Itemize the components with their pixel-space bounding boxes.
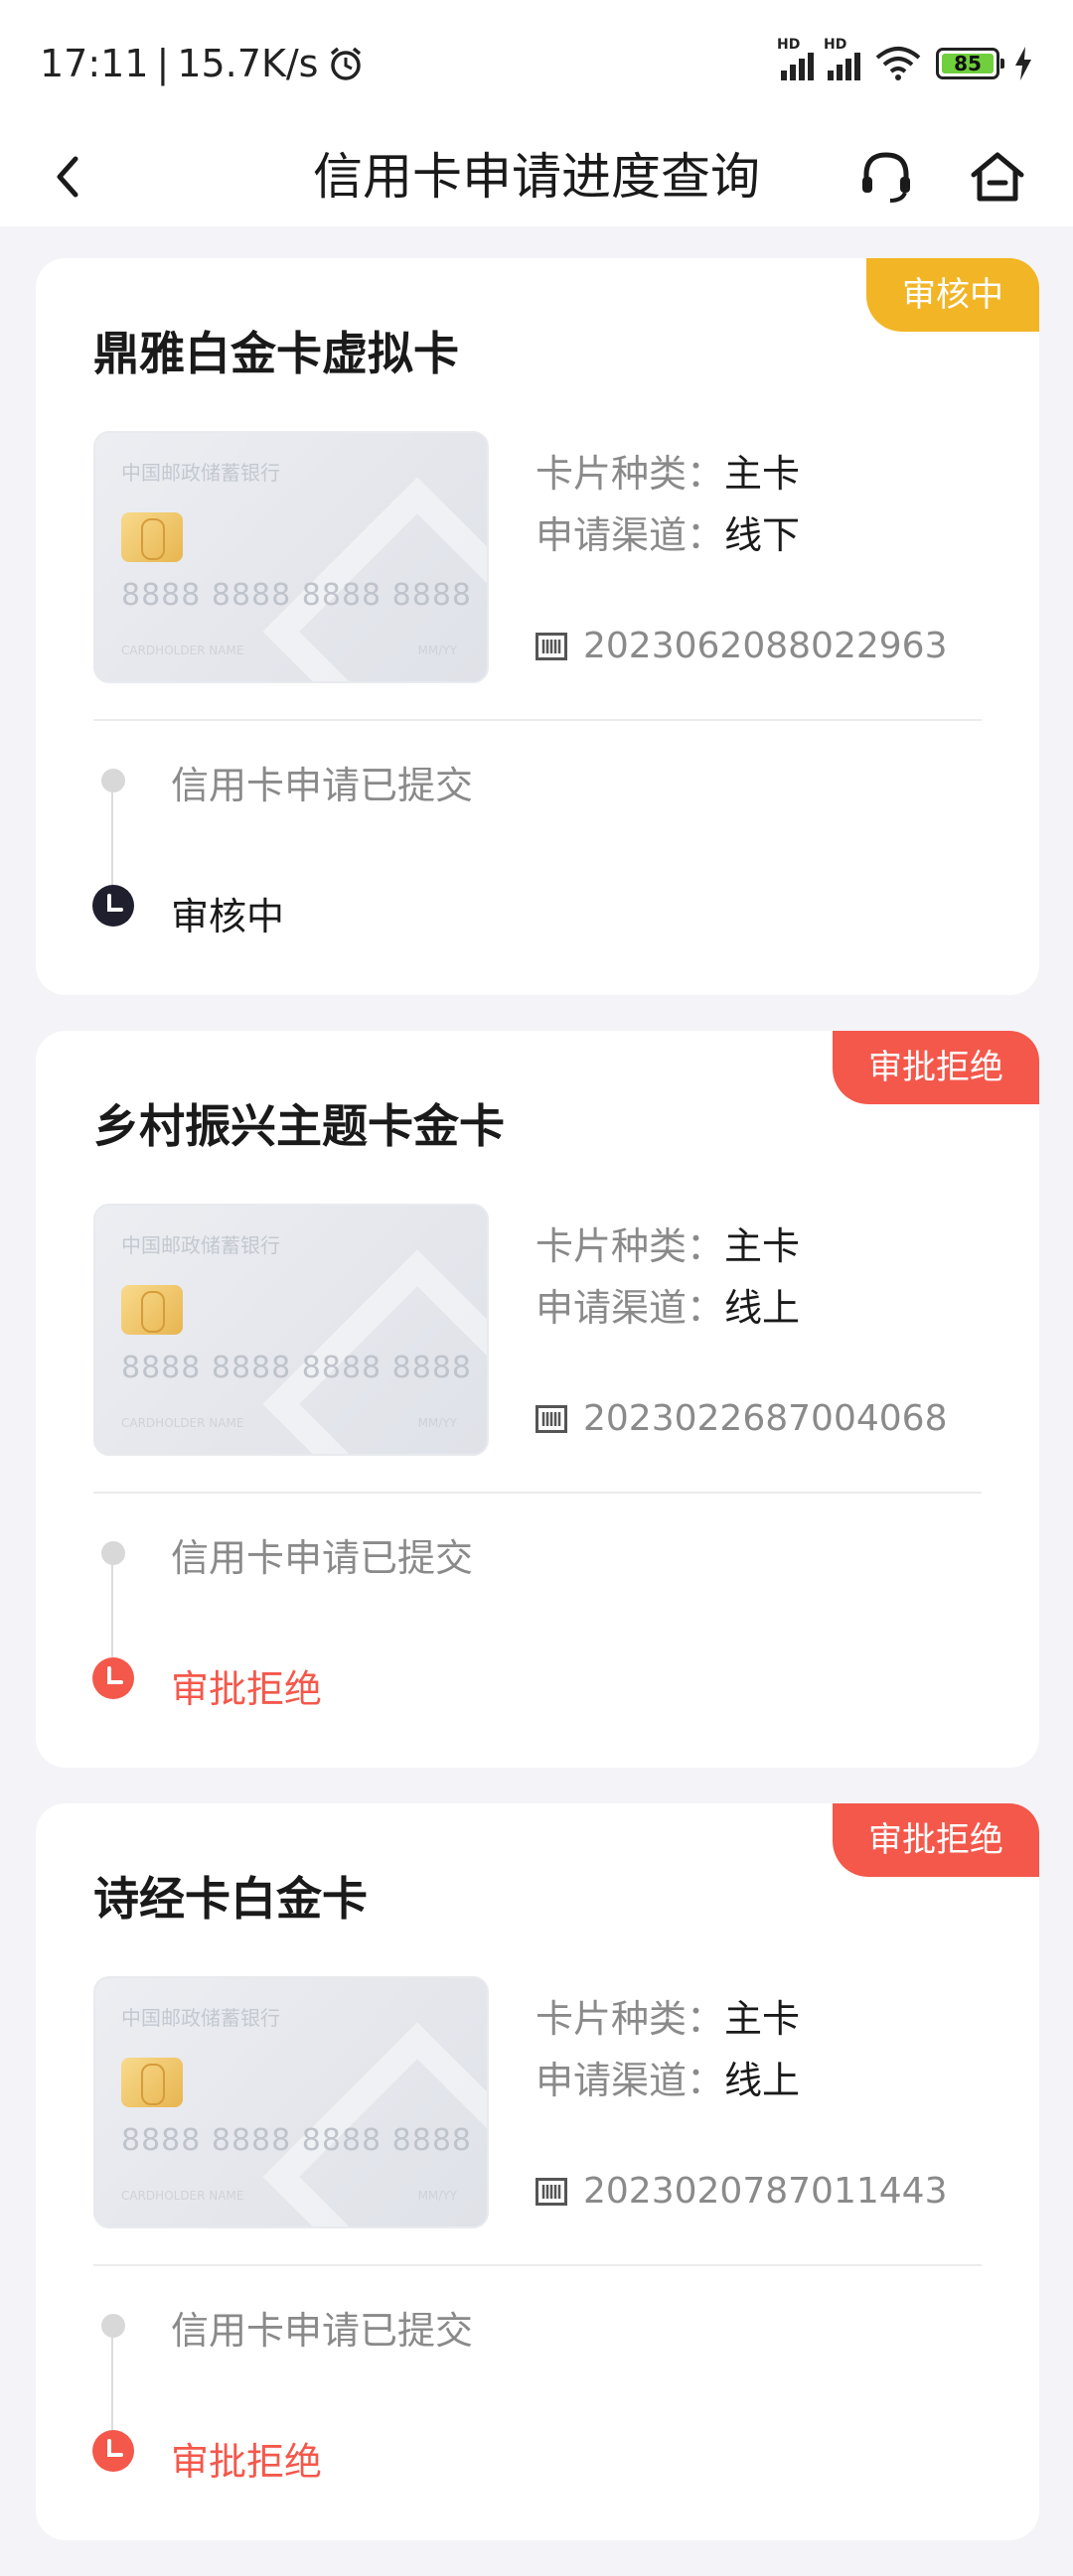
channel-value: 线上 xyxy=(724,2059,801,2102)
timeline-step-current: 审批拒绝 xyxy=(171,1667,323,1711)
card-valid: MM/YY xyxy=(417,2189,457,2203)
charging-icon xyxy=(1015,47,1031,80)
network-speed: 15.7K/s xyxy=(177,42,319,85)
barcode-icon xyxy=(536,632,567,660)
timeline-line xyxy=(111,779,113,898)
card-type-row: 卡片种类：主卡 xyxy=(536,1216,800,1270)
channel-row: 申请渠道：线上 xyxy=(536,2050,800,2104)
customer-service-icon[interactable] xyxy=(854,145,918,209)
barcode-icon xyxy=(536,2177,567,2206)
channel-label: 申请渠道： xyxy=(536,1286,725,1330)
channel-row: 申请渠道：线下 xyxy=(536,504,800,559)
channel-label: 申请渠道： xyxy=(536,513,725,557)
card-product-name: 鼎雅白金卡虚拟卡 xyxy=(93,327,459,380)
clock-icon xyxy=(92,2430,134,2472)
order-number: 2023022687004068 xyxy=(536,1398,947,1439)
channel-value: 线上 xyxy=(724,1286,801,1330)
card-bank-name: 中国邮政储蓄银行 xyxy=(121,2006,280,2030)
order-number: 2023020787011443 xyxy=(536,2171,947,2212)
card-holder: CARDHOLDER NAME xyxy=(121,2189,244,2203)
home-icon[interactable] xyxy=(966,145,1029,209)
timeline-step-submitted: 信用卡申请已提交 xyxy=(171,2309,474,2353)
card-number: 8888 8888 8888 8888 xyxy=(121,1351,472,1385)
timeline-step-submitted: 信用卡申请已提交 xyxy=(171,764,474,807)
chip-icon xyxy=(121,2058,183,2107)
timeline-dot xyxy=(101,769,125,792)
timeline-step-submitted: 信用卡申请已提交 xyxy=(171,1536,474,1580)
card-bank-name: 中国邮政储蓄银行 xyxy=(121,461,280,485)
channel-row: 申请渠道：线上 xyxy=(536,1277,800,1332)
card-valid: MM/YY xyxy=(417,644,457,657)
card-holder: CARDHOLDER NAME xyxy=(121,1416,244,1430)
status-badge: 审核中 xyxy=(866,258,1039,332)
card-type-label: 卡片种类： xyxy=(536,452,725,496)
card-image: 中国邮政储蓄银行 8888 8888 8888 8888 CARDHOLDER … xyxy=(93,1204,489,1456)
card-type-row: 卡片种类：主卡 xyxy=(536,443,800,498)
timeline-step-current: 审批拒绝 xyxy=(171,2440,323,2484)
timeline-line xyxy=(111,2324,113,2443)
channel-label: 申请渠道： xyxy=(536,2059,725,2102)
card-type-label: 卡片种类： xyxy=(536,1224,725,1268)
timeline-dot xyxy=(101,2314,125,2338)
status-bar: 17:11 | 15.7K/s HD HD 85 xyxy=(0,0,1073,127)
card-holder: CARDHOLDER NAME xyxy=(121,644,244,657)
card-type-label: 卡片种类： xyxy=(536,1997,725,2041)
divider xyxy=(93,719,982,721)
signal-icon: HD xyxy=(777,37,814,80)
channel-value: 线下 xyxy=(724,513,801,557)
card-product-name: 乡村振兴主题卡金卡 xyxy=(93,1099,505,1153)
card-image: 中国邮政储蓄银行 8888 8888 8888 8888 CARDHOLDER … xyxy=(93,431,489,683)
timeline-dot xyxy=(101,1541,125,1565)
timeline-line xyxy=(111,1551,113,1670)
order-number: 2023062088022963 xyxy=(536,626,947,666)
card-bank-name: 中国邮政储蓄银行 xyxy=(121,1233,280,1257)
battery-icon: 85 xyxy=(936,48,1004,79)
application-card[interactable]: 审核中 鼎雅白金卡虚拟卡 中国邮政储蓄银行 8888 8888 8888 888… xyxy=(36,258,1039,995)
card-image: 中国邮政储蓄银行 8888 8888 8888 8888 CARDHOLDER … xyxy=(93,1976,489,2228)
barcode-icon xyxy=(536,1404,567,1433)
card-type-row: 卡片种类：主卡 xyxy=(536,1988,800,2043)
divider xyxy=(93,2264,982,2266)
card-type-value: 主卡 xyxy=(724,1997,801,2041)
signal-icon: HD xyxy=(824,37,860,80)
order-number-value: 2023020787011443 xyxy=(583,2171,948,2212)
order-number-value: 2023022687004068 xyxy=(583,1398,948,1439)
alarm-icon xyxy=(331,47,362,80)
status-time: 17:11 xyxy=(40,42,149,85)
clock-icon xyxy=(92,1657,134,1699)
card-type-value: 主卡 xyxy=(724,1224,801,1268)
application-list: 审核中 鼎雅白金卡虚拟卡 中国邮政储蓄银行 8888 8888 8888 888… xyxy=(36,258,1039,2576)
battery-level: 85 xyxy=(954,52,982,75)
nav-bar: 信用卡申请进度查询 xyxy=(0,127,1073,226)
card-number: 8888 8888 8888 8888 xyxy=(121,2123,472,2158)
chip-icon xyxy=(121,1285,183,1335)
card-valid: MM/YY xyxy=(417,1416,457,1430)
divider xyxy=(93,1492,982,1494)
card-product-name: 诗经卡白金卡 xyxy=(93,1872,368,1926)
status-badge: 审批拒绝 xyxy=(833,1803,1039,1877)
status-separator: | xyxy=(156,42,170,85)
clock-icon xyxy=(92,885,134,927)
card-type-value: 主卡 xyxy=(724,452,801,496)
application-card[interactable]: 审批拒绝 诗经卡白金卡 中国邮政储蓄银行 8888 8888 8888 8888… xyxy=(36,1803,1039,2540)
chip-icon xyxy=(121,512,183,562)
application-card[interactable]: 审批拒绝 乡村振兴主题卡金卡 中国邮政储蓄银行 8888 8888 8888 8… xyxy=(36,1031,1039,1768)
card-number: 8888 8888 8888 8888 xyxy=(121,578,472,613)
order-number-value: 2023062088022963 xyxy=(583,626,948,666)
wifi-icon xyxy=(875,47,921,80)
back-arrow-icon[interactable] xyxy=(40,147,99,207)
timeline-step-current: 审核中 xyxy=(171,895,285,938)
status-badge: 审批拒绝 xyxy=(833,1031,1039,1104)
